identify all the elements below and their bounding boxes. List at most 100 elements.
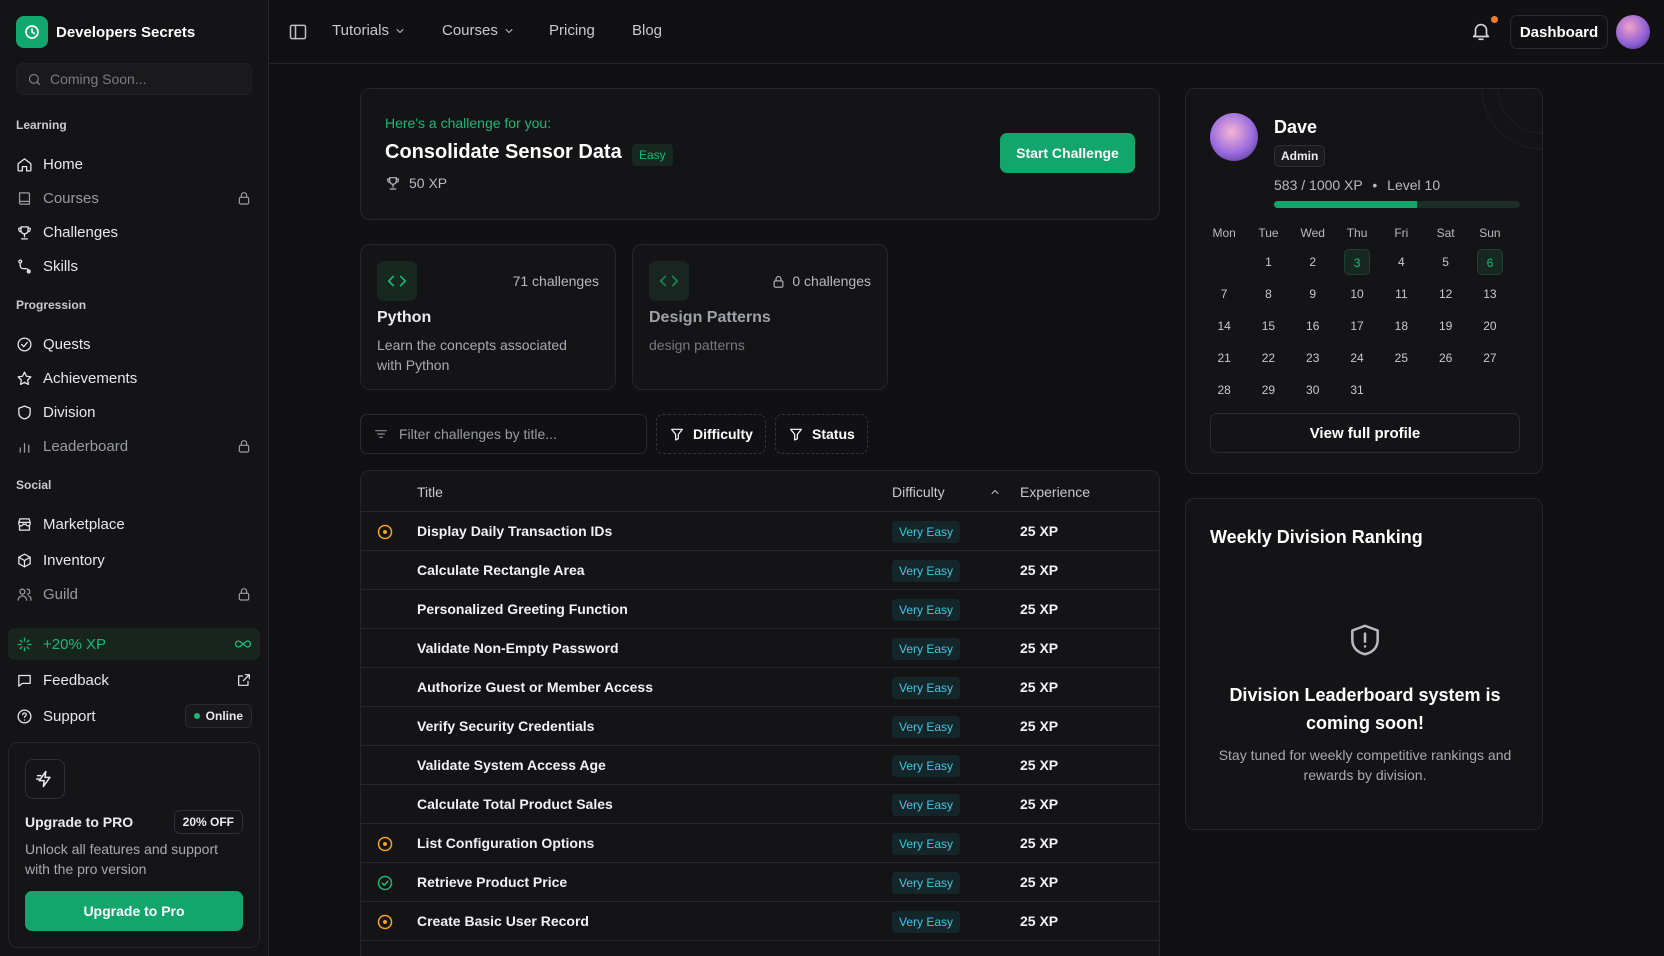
- experience-cell: 25 XP: [1020, 640, 1059, 656]
- calendar-day: 9: [1309, 287, 1317, 301]
- table-row[interactable]: Calculate Total Product Sales Very Easy 25…: [361, 785, 1159, 824]
- table-row[interactable]: Display Daily Transaction IDs Very Easy 25…: [361, 512, 1159, 551]
- chevron-up-icon[interactable]: [989, 486, 1001, 498]
- sidebar-item-xp-boost[interactable]: +20% XP: [8, 628, 260, 660]
- brand-name: Developers Secrets: [56, 23, 196, 41]
- sidebar-item-courses[interactable]: Courses: [8, 182, 260, 214]
- topbar: Tutorials Courses Pricing Blog Dashboard: [270, 0, 1664, 64]
- nav-courses-label: Courses: [442, 22, 498, 39]
- search-icon: [28, 73, 41, 85]
- sidebar-item-inventory[interactable]: Inventory: [8, 544, 260, 576]
- table-row[interactable]: Authorize Guest or Member Access Very Eas…: [361, 668, 1159, 707]
- zap-icon: [25, 759, 65, 799]
- sidebar-item-label: Leaderboard: [43, 437, 129, 455]
- table-row[interactable]: Create Basic User Record Very Easy 25 XP: [361, 902, 1159, 941]
- filter-lines-icon: [375, 430, 387, 438]
- challenge-title-cell[interactable]: List Configuration Options: [417, 835, 594, 851]
- table-row[interactable]: Personalized Greeting Function Very Easy 2…: [361, 590, 1159, 629]
- calendar-weekdays: Mon Tue Wed Thu Fri Sat Sun: [1202, 225, 1512, 249]
- store-icon: [18, 517, 31, 531]
- challenge-title-cell[interactable]: Validate System Access Age: [417, 757, 606, 773]
- difficulty-badge: Very Easy: [892, 677, 961, 699]
- sidebar-item-skills[interactable]: Skills: [8, 250, 260, 282]
- challenge-title-cell[interactable]: Personalized Greeting Function: [417, 601, 628, 617]
- sidebar-item-guild[interactable]: Guild: [8, 578, 260, 610]
- sidebar-search[interactable]: [16, 63, 252, 95]
- weekday-label: Sat: [1436, 226, 1455, 240]
- table-row[interactable]: Verify Security Credentials Very Easy 25 X…: [361, 707, 1159, 746]
- shield-icon: [18, 404, 31, 420]
- dashboard-button[interactable]: Dashboard: [1510, 15, 1608, 49]
- nav-pricing[interactable]: Pricing: [549, 22, 595, 39]
- nav-courses[interactable]: Courses: [442, 22, 515, 39]
- status-filter-button[interactable]: Status: [775, 414, 868, 454]
- challenge-title-cell[interactable]: Calculate Rectangle Area: [417, 562, 585, 578]
- filter-challenges[interactable]: [360, 414, 647, 454]
- difficulty-badge: Very Easy: [892, 911, 961, 933]
- difficulty-badge: Very Easy: [892, 599, 961, 621]
- calendar-day: 14: [1217, 319, 1231, 333]
- section-label-learning: Learning: [16, 118, 67, 132]
- avatar[interactable]: [1616, 15, 1650, 49]
- section-label-progression: Progression: [16, 298, 87, 312]
- sidebar-item-achievements[interactable]: Achievements: [8, 362, 260, 394]
- challenge-card: Here's a challenge for you: Consolidate …: [360, 88, 1160, 220]
- column-experience[interactable]: Experience: [1020, 484, 1090, 500]
- challenge-title-cell[interactable]: Verify Security Credentials: [417, 718, 594, 734]
- challenge-title-cell[interactable]: Authorize Guest or Member Access: [417, 679, 653, 695]
- sidebar-item-quests[interactable]: Quests: [8, 328, 260, 360]
- message-icon: [18, 674, 31, 687]
- sidebar-item-label: Achievements: [43, 369, 138, 387]
- difficulty-filter-button[interactable]: Difficulty: [656, 414, 766, 454]
- challenge-title-cell[interactable]: Display Daily Transaction IDs: [417, 523, 612, 539]
- calendar-day: 5: [1442, 255, 1449, 269]
- calendar-day: 12: [1438, 287, 1453, 301]
- code-icon: [377, 261, 417, 301]
- role-badge: Admin: [1274, 145, 1326, 167]
- column-title[interactable]: Title: [417, 484, 443, 500]
- brand[interactable]: Developers Secrets: [16, 16, 195, 48]
- sidebar-item-leaderboard[interactable]: Leaderboard: [8, 430, 260, 462]
- bell-icon[interactable]: [1470, 20, 1492, 42]
- table-row[interactable]: Retrieve Product Price Very Easy 25 XP: [361, 863, 1159, 902]
- sidebar-toggle-icon[interactable]: [288, 22, 308, 42]
- sidebar-item-marketplace[interactable]: Marketplace: [8, 508, 260, 540]
- table-row[interactable]: Calculate Rectangle Area Very Easy 25 XP: [361, 551, 1159, 590]
- table-row[interactable]: Validate Non-Empty Password Very Easy 25 X…: [361, 629, 1159, 668]
- challenge-kicker: Here's a challenge for you:: [385, 115, 552, 131]
- sidebar-item-support[interactable]: Support Online: [8, 700, 260, 732]
- sidebar-item-feedback[interactable]: Feedback: [8, 664, 260, 696]
- table-row[interactable]: Validate System Access Age Very Easy 25 XP: [361, 746, 1159, 785]
- sidebar-item-label: +20% XP: [43, 635, 106, 653]
- sidebar-item-challenges[interactable]: Challenges: [8, 216, 260, 248]
- sidebar-item-label: Marketplace: [43, 515, 125, 533]
- view-full-profile-button[interactable]: View full profile: [1210, 413, 1520, 453]
- challenge-title-cell[interactable]: Retrieve Product Price: [417, 874, 567, 890]
- skill-description: Learn the concepts associated with Pytho…: [377, 337, 567, 373]
- status-badge: Online: [184, 704, 252, 728]
- skill-card-design-patterns[interactable]: 0 challenges Design Patterns design patt…: [632, 244, 888, 390]
- start-challenge-button[interactable]: Start Challenge: [1000, 133, 1135, 173]
- calendar-week: 1 2 3 4 5 6: [1202, 249, 1512, 281]
- activity-calendar: Mon Tue Wed Thu Fri Sat Sun 1 2 3 4 5 6 7 8 9 10 11 12 13 1…: [1202, 225, 1512, 409]
- challenge-title-cell[interactable]: Calculate Total Product Sales: [417, 796, 613, 812]
- calendar-day: [1388, 377, 1414, 403]
- nav-blog[interactable]: Blog: [632, 22, 662, 39]
- sidebar-item-label: Division: [43, 403, 96, 421]
- table-row[interactable]: List Configuration Options Very Easy 25 XP: [361, 824, 1159, 863]
- nav-tutorials[interactable]: Tutorials: [332, 22, 406, 39]
- sidebar-item-home[interactable]: Home: [8, 148, 260, 180]
- sidebar-search-input[interactable]: [50, 71, 240, 87]
- sidebar-item-label: Inventory: [43, 551, 105, 569]
- difficulty-badge: Very Easy: [892, 872, 961, 894]
- filter-challenges-input[interactable]: [399, 426, 639, 442]
- trophy-icon: [18, 225, 31, 240]
- profile-avatar[interactable]: [1210, 113, 1258, 161]
- challenge-title-cell[interactable]: Validate Non-Empty Password: [417, 640, 619, 656]
- column-difficulty[interactable]: Difficulty: [892, 484, 945, 500]
- funnel-icon: [671, 428, 683, 441]
- skill-card-python[interactable]: 71 challenges Python Learn the concepts …: [360, 244, 616, 390]
- upgrade-button[interactable]: Upgrade to Pro: [25, 891, 243, 931]
- sidebar-item-division[interactable]: Division: [8, 396, 260, 428]
- challenge-title-cell[interactable]: Create Basic User Record: [417, 913, 589, 929]
